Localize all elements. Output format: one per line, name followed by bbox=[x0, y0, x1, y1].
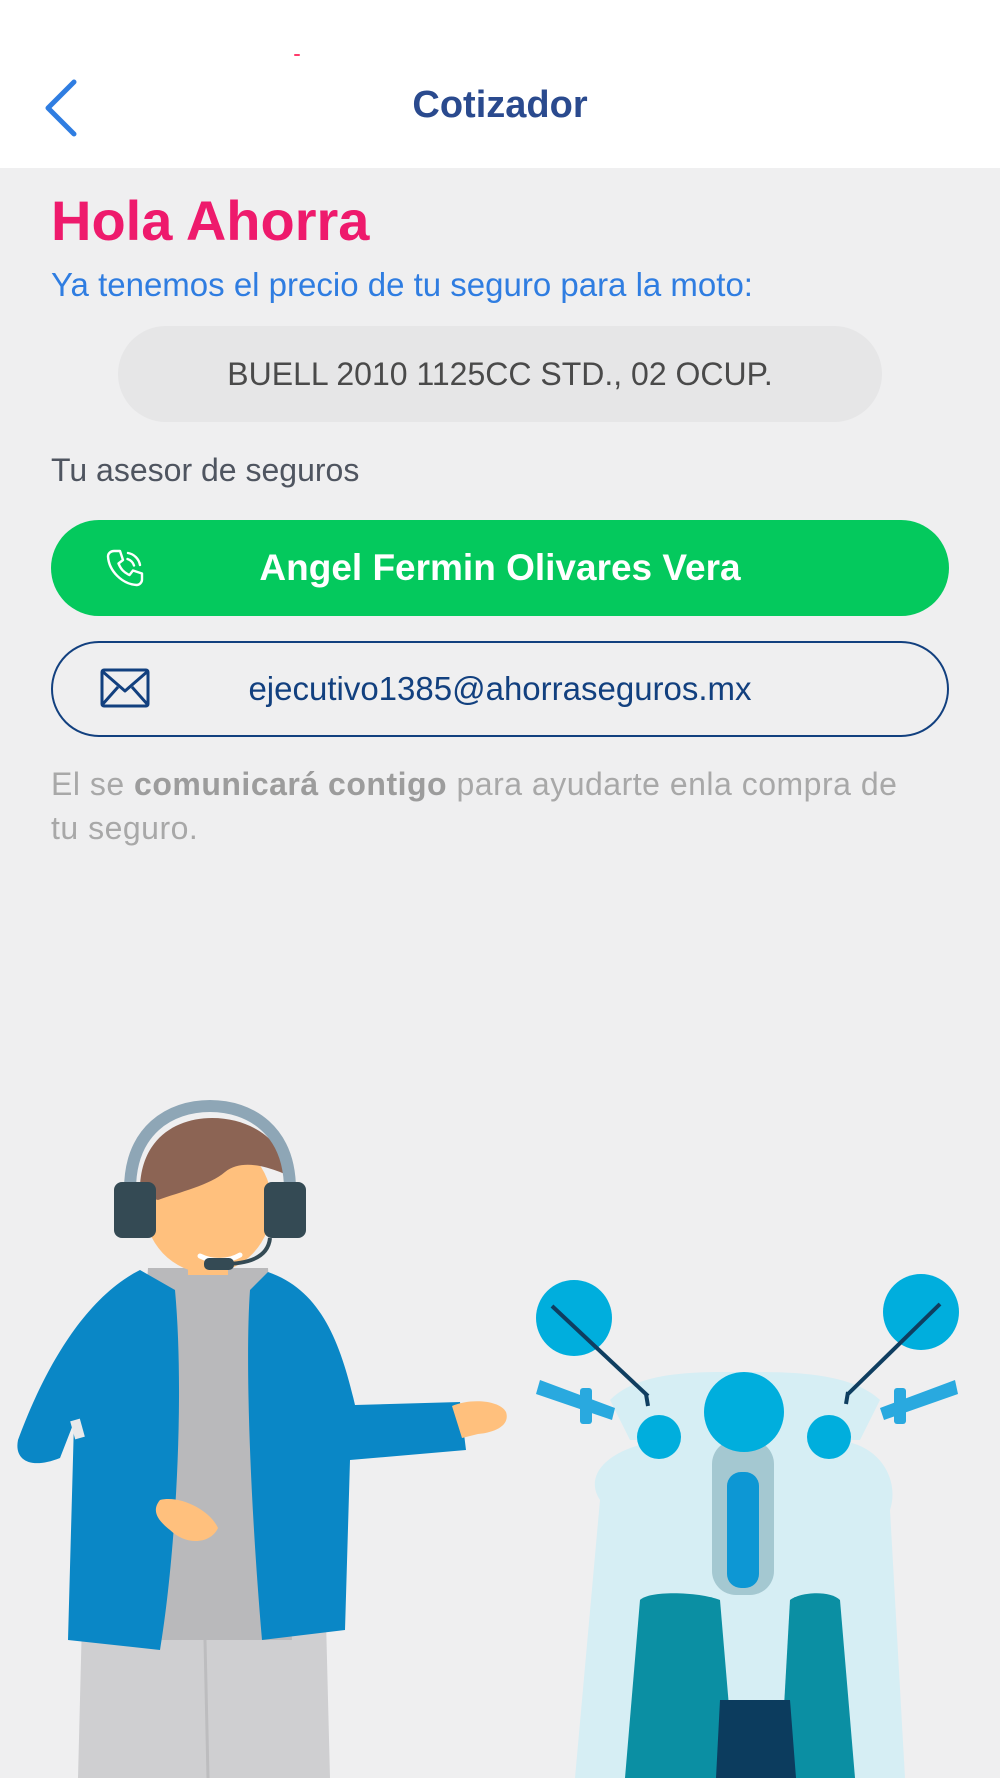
advisor-email: ejecutivo1385@ahorraseguros.mx bbox=[248, 670, 752, 707]
quote-ready-text: Ya tenemos el precio de tu seguro para l… bbox=[51, 266, 753, 303]
status-dot bbox=[294, 54, 300, 56]
note-part-1: El se bbox=[51, 766, 135, 802]
note-bold: comunicará contigo bbox=[134, 766, 448, 802]
contact-note: El se comunicará contigo para ayudarte e… bbox=[51, 762, 931, 850]
agent-figure bbox=[17, 1099, 507, 1778]
vehicle-description: BUELL 2010 1125CC STD., 02 OCUP. bbox=[118, 326, 882, 422]
greeting-heading: Hola Ahorra bbox=[51, 189, 370, 252]
scooter-figure bbox=[536, 1274, 959, 1778]
top-navigation-bar: Cotizador bbox=[0, 0, 1000, 168]
email-advisor-button[interactable]: ejecutivo1385@ahorraseguros.mx bbox=[51, 641, 949, 737]
advisor-name: Angel Fermin Olivares Vera bbox=[259, 547, 741, 588]
call-advisor-button[interactable]: Angel Fermin Olivares Vera bbox=[51, 520, 949, 616]
agent-and-scooter-illustration bbox=[17, 1099, 959, 1778]
vehicle-text: BUELL 2010 1125CC STD., 02 OCUP. bbox=[227, 355, 773, 392]
page-title: Cotizador bbox=[412, 84, 588, 126]
advisor-label: Tu asesor de seguros bbox=[51, 452, 360, 488]
